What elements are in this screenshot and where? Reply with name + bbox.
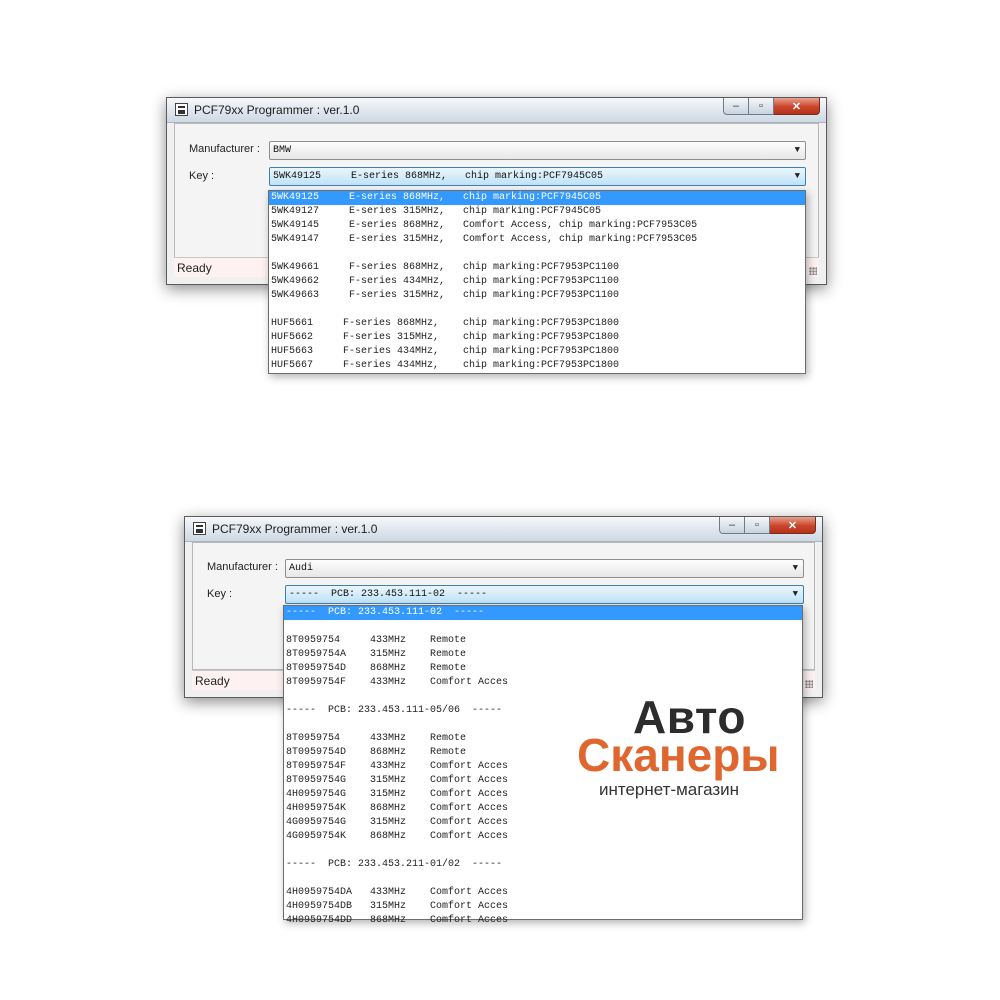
manufacturer-label: Manufacturer : bbox=[207, 561, 278, 573]
title-bar[interactable]: PCF79xx Programmer : ver.1.0 – ▫ ✕ bbox=[185, 517, 822, 542]
close-button[interactable]: ✕ bbox=[770, 517, 816, 534]
key-select[interactable]: 5WK49125 E-series 868MHz, chip marking:P… bbox=[269, 167, 806, 186]
close-icon: ✕ bbox=[791, 100, 802, 113]
maximize-icon: ▫ bbox=[755, 519, 759, 531]
dropdown-item[interactable]: ----- PCB: 233.453.211-01/02 ----- bbox=[284, 858, 802, 872]
size-grip-icon[interactable] bbox=[805, 680, 813, 688]
minimize-button[interactable]: – bbox=[719, 517, 745, 534]
chevron-down-icon: ▼ bbox=[794, 171, 800, 181]
manufacturer-select[interactable]: Audi ▼ bbox=[285, 559, 804, 578]
dropdown-item[interactable] bbox=[284, 620, 802, 634]
dropdown-rows: 5WK49125 E-series 868MHz, chip marking:P… bbox=[269, 191, 805, 373]
dropdown-item[interactable]: 4H0959754DD 868MHz Comfort Acces bbox=[284, 914, 802, 928]
key-value: ----- PCB: 233.453.111-02 ----- bbox=[289, 589, 488, 600]
dropdown-item[interactable]: 5WK49127 E-series 315MHz, chip marking:P… bbox=[269, 205, 805, 219]
dropdown-item[interactable]: 8T0959754 433MHz Remote bbox=[284, 634, 802, 648]
window-title: PCF79xx Programmer : ver.1.0 bbox=[194, 103, 360, 117]
dropdown-item[interactable]: HUF5663 F-series 434MHz, chip marking:PC… bbox=[269, 345, 805, 359]
dropdown-item[interactable]: 5WK49663 F-series 315MHz, chip marking:P… bbox=[269, 289, 805, 303]
close-icon: ✕ bbox=[787, 519, 798, 532]
dropdown-item[interactable]: 4G0959754G 315MHz Comfort Acces bbox=[284, 816, 802, 830]
key-label: Key : bbox=[207, 588, 233, 600]
status-text: Ready bbox=[195, 674, 230, 688]
logo-line-2: Сканеры bbox=[577, 729, 780, 781]
manufacturer-label: Manufacturer : bbox=[189, 143, 260, 155]
dropdown-item[interactable] bbox=[269, 247, 805, 261]
minimize-icon: – bbox=[732, 100, 740, 112]
maximize-button[interactable]: ▫ bbox=[749, 98, 774, 115]
key-dropdown-list-top[interactable]: 5WK49125 E-series 868MHz, chip marking:P… bbox=[268, 190, 806, 374]
dropdown-item[interactable]: 8T0959754F 433MHz Comfort Acces bbox=[284, 676, 802, 690]
dropdown-item[interactable] bbox=[284, 872, 802, 886]
dropdown-item[interactable]: HUF5661 F-series 868MHz, chip marking:PC… bbox=[269, 317, 805, 331]
minimize-button[interactable]: – bbox=[723, 98, 749, 115]
dropdown-item[interactable]: 4G0959754K 868MHz Comfort Acces bbox=[284, 830, 802, 844]
status-text: Ready bbox=[177, 261, 212, 275]
dropdown-item[interactable]: 5WK49662 F-series 434MHz, chip marking:P… bbox=[269, 275, 805, 289]
close-button[interactable]: ✕ bbox=[774, 98, 820, 115]
logo-line-3: интернет-магазин bbox=[599, 780, 740, 799]
size-grip-icon[interactable] bbox=[809, 267, 817, 275]
minimize-icon: – bbox=[728, 519, 736, 531]
dropdown-item[interactable] bbox=[284, 844, 802, 858]
manufacturer-value: BMW bbox=[273, 145, 292, 156]
key-select[interactable]: ----- PCB: 233.453.111-02 ----- ▼ bbox=[285, 585, 804, 604]
dropdown-item-selected[interactable]: 5WK49125 E-series 868MHz, chip marking:P… bbox=[269, 191, 805, 205]
dropdown-item-selected[interactable]: ----- PCB: 233.453.111-02 ----- bbox=[284, 606, 802, 620]
dropdown-item[interactable]: HUF5662 F-series 315MHz, chip marking:PC… bbox=[269, 331, 805, 345]
dropdown-item[interactable]: 5WK49145 E-series 868MHz, Comfort Access… bbox=[269, 219, 805, 233]
dropdown-item[interactable]: 8T0959754A 315MHz Remote bbox=[284, 648, 802, 662]
window-title: PCF79xx Programmer : ver.1.0 bbox=[212, 522, 378, 536]
dropdown-item[interactable]: 5WK49661 F-series 868MHz, chip marking:P… bbox=[269, 261, 805, 275]
title-bar[interactable]: PCF79xx Programmer : ver.1.0 – ▫ ✕ bbox=[167, 98, 826, 123]
dropdown-item[interactable]: 5WK49147 E-series 315MHz, Comfort Access… bbox=[269, 233, 805, 247]
dropdown-item[interactable]: 4H0959754DA 433MHz Comfort Acces bbox=[284, 886, 802, 900]
dropdown-item[interactable] bbox=[269, 303, 805, 317]
chevron-down-icon: ▼ bbox=[792, 589, 798, 599]
manufacturer-value: Audi bbox=[289, 563, 314, 574]
app-icon bbox=[193, 522, 206, 535]
chevron-down-icon: ▼ bbox=[794, 145, 800, 155]
dropdown-item[interactable]: 4H0959754DB 315MHz Comfort Acces bbox=[284, 900, 802, 914]
dropdown-item[interactable]: 4H0959754K 868MHz Comfort Acces bbox=[284, 802, 802, 816]
dropdown-item[interactable]: 8T0959754D 868MHz Remote bbox=[284, 662, 802, 676]
dropdown-item[interactable]: HUF5667 F-series 434MHz, chip marking:PC… bbox=[269, 359, 805, 373]
manufacturer-select[interactable]: BMW ▼ bbox=[269, 141, 806, 160]
chevron-down-icon: ▼ bbox=[792, 563, 798, 573]
key-label: Key : bbox=[189, 170, 215, 182]
maximize-icon: ▫ bbox=[759, 100, 763, 112]
key-value: 5WK49125 E-series 868MHz, chip marking:P… bbox=[273, 171, 604, 182]
app-icon bbox=[175, 103, 188, 116]
maximize-button[interactable]: ▫ bbox=[745, 517, 770, 534]
